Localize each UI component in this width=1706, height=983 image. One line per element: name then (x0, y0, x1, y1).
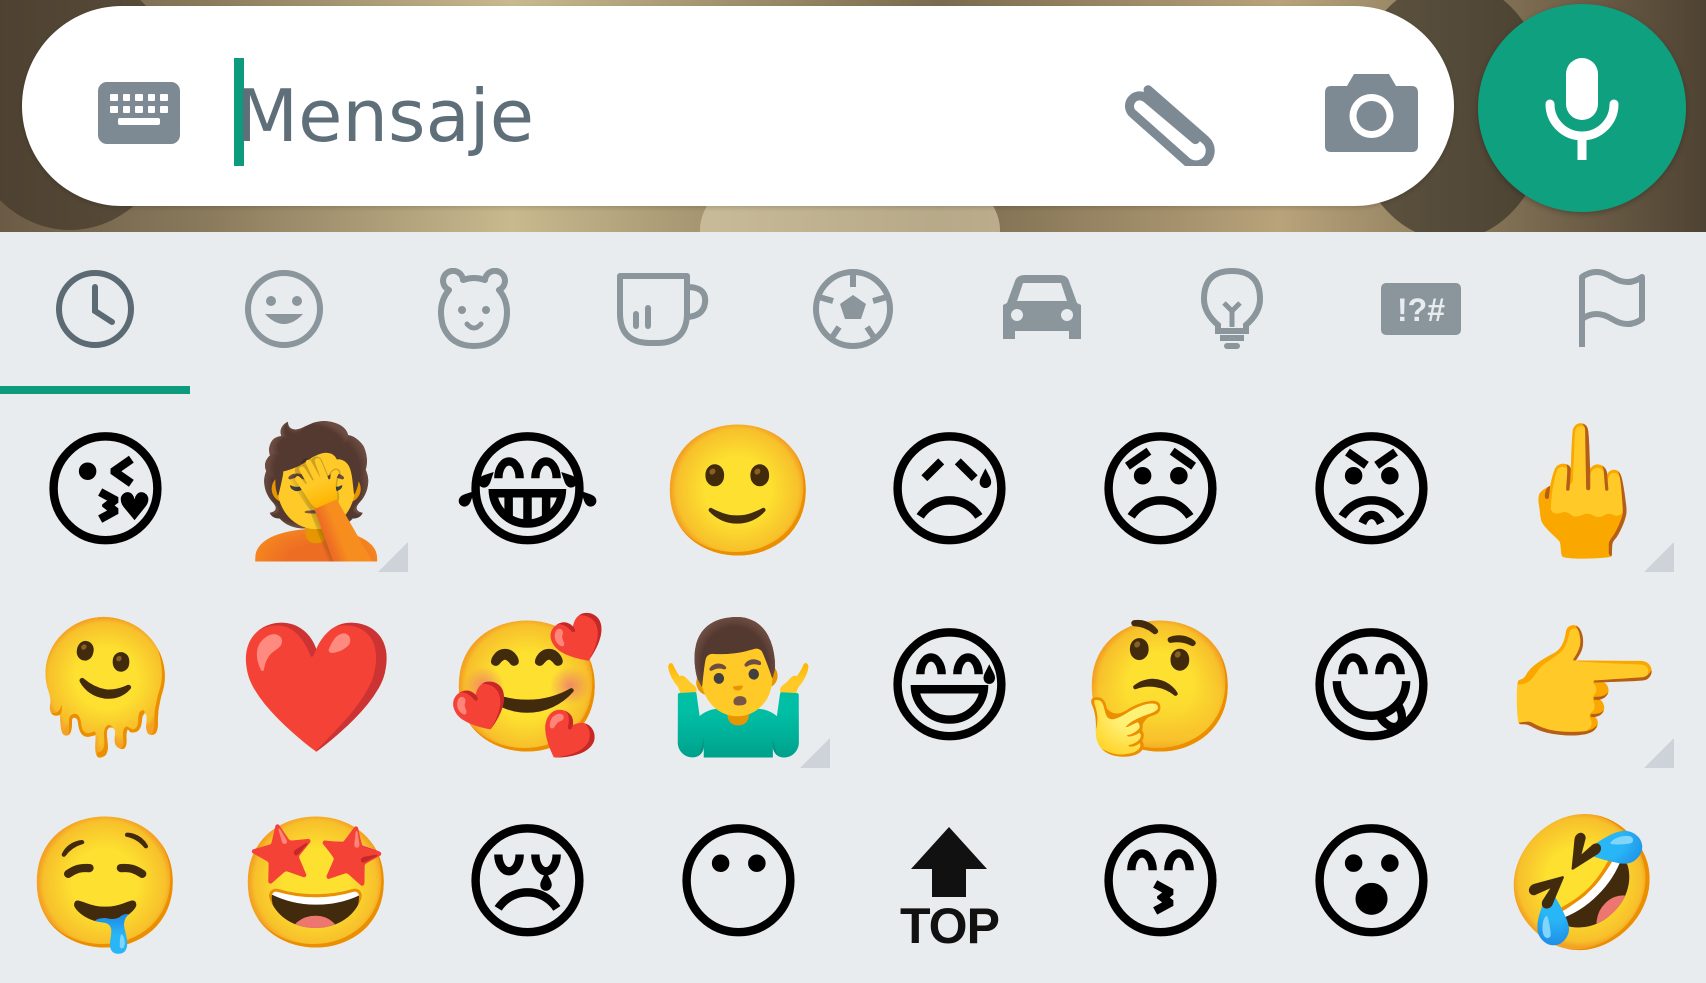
smiley-icon (245, 270, 324, 348)
emoji-glyph: 🥰 (447, 613, 608, 762)
emoji-glyph: 😙 (1093, 809, 1228, 958)
emoji-glyph: 😥 (882, 417, 1017, 566)
emoji-glyph: 🤷‍♂️ (658, 613, 819, 762)
skin-tone-variants-indicator (378, 542, 408, 572)
tab-objects[interactable] (1137, 232, 1327, 394)
emoji-glyph: 😘 (38, 417, 173, 566)
tab-activity[interactable] (758, 232, 948, 394)
top-arrow-icon: TOP (900, 817, 1000, 954)
emoji-category-tabs: !?# (0, 232, 1706, 394)
clock-icon (55, 270, 134, 348)
emoji-grinning-face-with-sweat[interactable]: 😅 (844, 590, 1055, 786)
emoji-pouting-face[interactable]: 😡 (1266, 394, 1477, 590)
emoji-kissing-face-with-smiling-eyes[interactable]: 😙 (1055, 786, 1266, 982)
tab-symbols[interactable]: !?# (1327, 232, 1517, 394)
emoji-glyph: ❤️ (236, 613, 397, 762)
emoji-face-without-mouth[interactable]: 😶 (633, 786, 844, 982)
emoji-glyph: 👉 (1502, 613, 1663, 762)
emoji-red-heart[interactable]: ❤️ (211, 590, 422, 786)
keyboard-icon[interactable] (98, 82, 180, 144)
skin-tone-variants-indicator (800, 738, 830, 768)
emoji-face-with-tears-of-joy[interactable]: 😂 (422, 394, 633, 590)
tab-smileys[interactable] (190, 232, 380, 394)
emoji-glyph: 😶 (671, 809, 806, 958)
emoji-glyph: 🫠 (25, 613, 186, 762)
cup-icon (617, 273, 709, 346)
symbols-icon: !?# (1381, 283, 1462, 335)
emoji-smiling-face-with-hearts[interactable]: 🥰 (422, 590, 633, 786)
svg-text:!?#: !?# (1397, 292, 1445, 328)
camera-icon[interactable] (1324, 66, 1419, 156)
emoji-glyph: 😅 (882, 613, 1017, 762)
bear-icon (437, 268, 510, 349)
emoji-glyph: 😂 (452, 417, 603, 566)
car-icon (1003, 275, 1082, 339)
emoji-person-facepalming[interactable]: 🤦 (211, 394, 422, 590)
emoji-disappointed-face[interactable]: 😞 (1055, 394, 1266, 590)
emoji-glyph: 🤩 (236, 809, 397, 958)
emoji-face-with-open-mouth[interactable]: 😮 (1266, 786, 1477, 982)
emoji-glyph: 😡 (1304, 417, 1439, 566)
emoji-middle-finger[interactable]: 🖕 (1477, 394, 1688, 590)
soccer-ball-icon (812, 269, 893, 349)
top-label: TOP (900, 898, 1000, 954)
emoji-glyph: 😢 (460, 809, 595, 958)
emoji-glyph: 🤣 (1502, 809, 1663, 958)
paperclip-icon[interactable] (1122, 66, 1232, 170)
emoji-glyph: 🙂 (658, 417, 819, 566)
selected-tab-indicator (0, 386, 190, 394)
flag-icon (1578, 269, 1645, 347)
tab-travel[interactable] (948, 232, 1138, 394)
message-input[interactable] (236, 66, 1056, 166)
tab-animals[interactable] (379, 232, 569, 394)
emoji-glyph: 🤦 (236, 417, 397, 566)
lightbulb-icon (1200, 267, 1263, 349)
emoji-glyph: 🤔 (1080, 613, 1241, 762)
tab-recent[interactable] (0, 232, 190, 394)
emoji-slightly-smiling-face[interactable]: 🙂 (633, 394, 844, 590)
emoji-melting-face[interactable]: 🫠 (0, 590, 211, 786)
emoji-sad-but-relieved-face[interactable]: 😥 (844, 394, 1055, 590)
emoji-top-arrow[interactable]: TOP (844, 786, 1055, 982)
emoji-face-savoring-food[interactable]: 😋 (1266, 590, 1477, 786)
emoji-thinking-face[interactable]: 🤔 (1055, 590, 1266, 786)
tab-food[interactable] (569, 232, 759, 394)
voice-record-button[interactable] (1478, 4, 1686, 212)
emoji-rolling-on-the-floor-laughing[interactable]: 🤣 (1477, 786, 1688, 982)
emoji-glyph: 🖕 (1502, 417, 1663, 566)
emoji-glyph: 😞 (1093, 417, 1228, 566)
emoji-star-struck[interactable]: 🤩 (211, 786, 422, 982)
microphone-icon (1545, 58, 1619, 160)
emoji-glyph: 😋 (1304, 613, 1439, 762)
emoji-crying-face[interactable]: 😢 (422, 786, 633, 982)
emoji-grid: 😘 🤦 😂 🙂 😥 😞 😡 🖕 🫠 ❤️ 🥰 🤷‍♂️ 😅 🤔 😋 👉 🤤 🤩 😢 😶 TOP 😙 😮 🤣 (0, 394, 1706, 983)
emoji-face-blowing-kiss[interactable]: 😘 (0, 394, 211, 590)
emoji-backhand-index-pointing-right[interactable]: 👉 (1477, 590, 1688, 786)
skin-tone-variants-indicator (1644, 542, 1674, 572)
emoji-glyph: 🤤 (25, 809, 186, 958)
skin-tone-variants-indicator (1644, 738, 1674, 768)
tab-flags[interactable] (1516, 232, 1706, 394)
emoji-glyph: 😮 (1304, 809, 1439, 958)
emoji-man-shrugging[interactable]: 🤷‍♂️ (633, 590, 844, 786)
message-composer (22, 6, 1454, 206)
emoji-drooling-face[interactable]: 🤤 (0, 786, 211, 982)
